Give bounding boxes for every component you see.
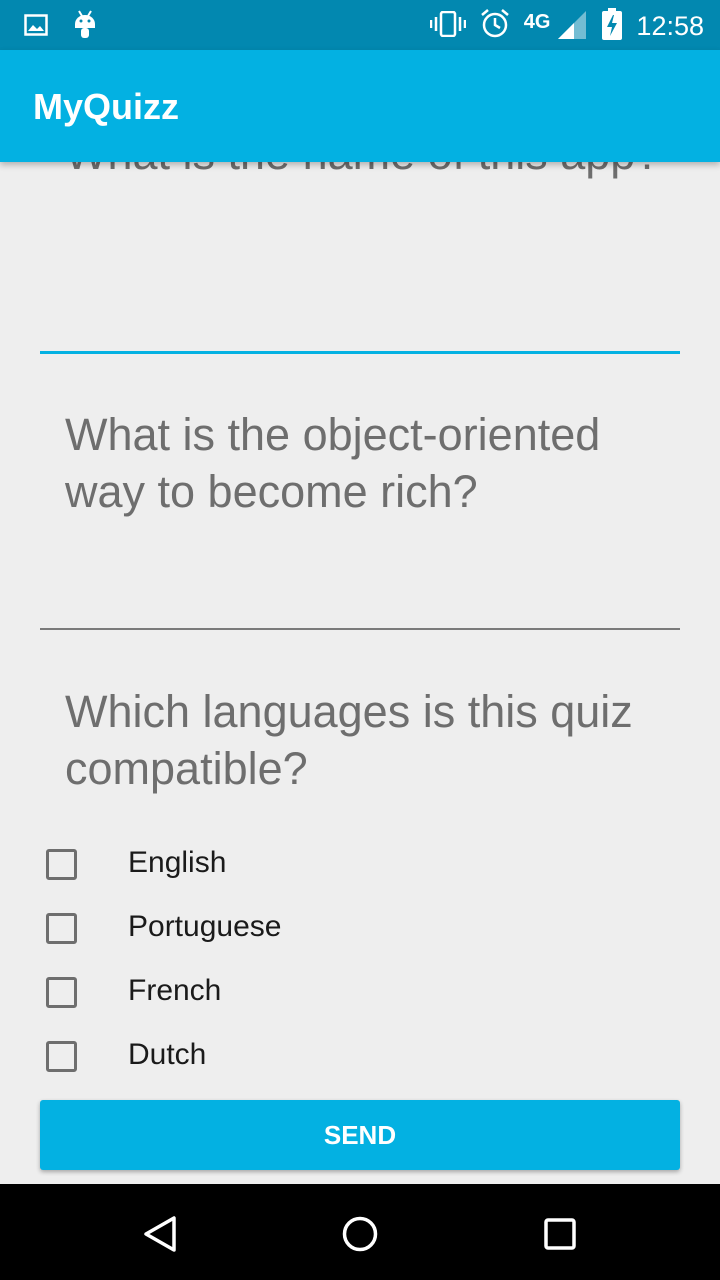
vibrate-icon — [429, 10, 466, 41]
question-2-text: What is the object-oriented way to becom… — [65, 409, 601, 517]
android-icon — [74, 10, 96, 44]
back-icon[interactable] — [138, 1212, 182, 1256]
battery-charging-icon — [602, 8, 623, 44]
checkbox-english-label: English — [128, 846, 227, 879]
image-notification-icon — [24, 14, 48, 40]
checkbox-dutch[interactable]: Dutch — [46, 1036, 206, 1076]
navigation-bar — [0, 1184, 720, 1280]
checkbox-dutch-label: Dutch — [128, 1038, 207, 1071]
checkbox-portuguese-label: Portuguese — [128, 910, 282, 943]
app-title: MyQuizz — [33, 86, 180, 127]
answer-2-input[interactable] — [40, 628, 680, 630]
alarm-icon — [480, 9, 510, 43]
checkbox-english-box[interactable] — [46, 848, 77, 880]
checkbox-dutch-box[interactable] — [46, 1040, 77, 1072]
recents-icon[interactable] — [538, 1212, 582, 1256]
app-bar: MyQuizz — [0, 50, 720, 162]
checkbox-portuguese-box[interactable] — [46, 912, 77, 944]
home-icon[interactable] — [338, 1212, 382, 1256]
checkbox-french-label: French — [128, 974, 222, 1007]
question-1-text: What is the name of this app? — [65, 162, 665, 182]
status-bar: 4G 12:58 — [0, 0, 720, 50]
answer-1-input[interactable] — [40, 351, 680, 354]
send-button[interactable]: SEND — [40, 1100, 680, 1170]
quiz-content[interactable]: What is the name of this app? What is th… — [0, 162, 720, 1184]
checkbox-english[interactable]: English — [46, 844, 226, 884]
signal-icon — [556, 9, 588, 43]
checkbox-portuguese[interactable]: Portuguese — [46, 908, 281, 948]
checkbox-french-box[interactable] — [46, 976, 77, 1008]
network-type: 4G — [523, 10, 551, 33]
question-3-text: Which languages is this quiz compatible? — [65, 686, 633, 794]
clock: 12:58 — [636, 10, 704, 41]
checkbox-french[interactable]: French — [46, 972, 221, 1012]
